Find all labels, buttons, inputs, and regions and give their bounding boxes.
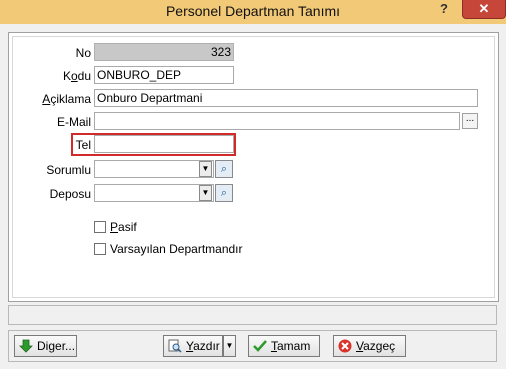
sorumlu-search-icon[interactable]: ⌕ — [215, 160, 233, 178]
title-bar[interactable]: Personel Departman Tanımı ? ✕ — [0, 0, 506, 24]
sorumlu-select[interactable] — [94, 160, 214, 178]
window-title: Personel Departman Tanımı — [165, 3, 341, 19]
yazdir-dropdown-arrow-icon[interactable]: ▼ — [223, 335, 236, 357]
email-input[interactable] — [94, 112, 460, 130]
close-button[interactable]: ✕ — [462, 0, 506, 19]
arrow-down-icon — [19, 339, 33, 353]
dialog-window: Personel Departman Tanımı ? ✕ No 323 Kod… — [0, 0, 506, 369]
deposu-select[interactable] — [94, 184, 214, 202]
tel-input[interactable] — [94, 135, 234, 153]
no-label: No — [75, 46, 91, 60]
tamam-button[interactable]: Tamam — [248, 335, 320, 357]
sorumlu-label: Sorumlu — [46, 163, 91, 177]
cancel-icon — [338, 339, 352, 353]
deposu-label: Deposu — [49, 187, 91, 201]
email-browse-button[interactable]: ... — [462, 113, 478, 129]
checkmark-icon — [253, 340, 267, 352]
yazdir-button[interactable]: Yazdır — [163, 335, 223, 357]
email-label: E-Mail — [56, 115, 91, 129]
no-field: 323 — [94, 43, 234, 61]
help-button[interactable]: ? — [440, 1, 448, 16]
deposu-search-icon[interactable]: ⌕ — [215, 184, 233, 202]
kodu-input[interactable]: ONBURO_DEP — [94, 66, 234, 84]
aciklama-input[interactable]: Onburo Departmani — [94, 89, 478, 107]
aciklama-label: Açiklama — [42, 92, 91, 106]
vazgec-button[interactable]: Vazgeç — [333, 335, 406, 357]
pasif-checkbox[interactable] — [94, 221, 106, 233]
pasif-label: Pasif — [110, 220, 137, 234]
deposu-dropdown-arrow-icon[interactable]: ▼ — [199, 185, 212, 201]
tel-label: Tel — [75, 138, 91, 152]
sorumlu-dropdown-arrow-icon[interactable]: ▼ — [199, 161, 212, 177]
print-preview-icon — [168, 339, 182, 353]
kodu-label: Kodu — [62, 69, 91, 83]
varsayilan-label: Varsayılan Departmandır — [110, 242, 243, 256]
diger-button[interactable]: Diger... — [14, 335, 77, 357]
status-bar — [8, 305, 497, 325]
varsayilan-checkbox[interactable] — [94, 243, 106, 255]
